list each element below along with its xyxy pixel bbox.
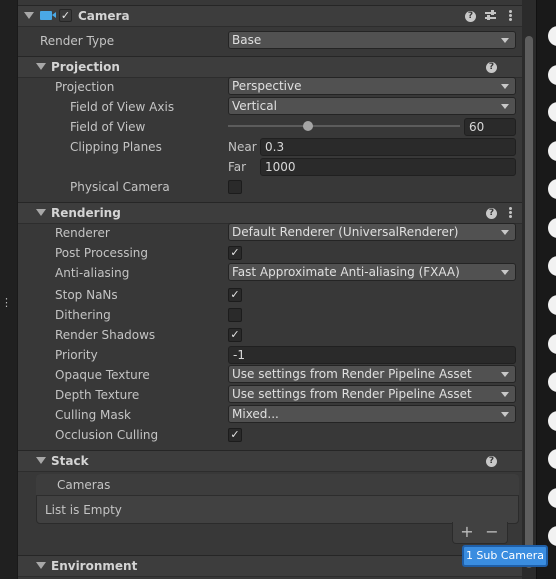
physical-camera-label: Physical Camera <box>70 180 170 194</box>
dropdown-arrow-icon <box>501 38 509 43</box>
depth-texture-label: Depth Texture <box>55 388 140 402</box>
near-label: Near <box>228 140 257 154</box>
environment-section-title: Environment <box>51 559 138 573</box>
dropdown-arrow-icon <box>501 230 509 235</box>
fov-slider-track[interactable] <box>228 125 460 127</box>
physical-camera-checkbox[interactable] <box>228 180 242 194</box>
fov-value-field[interactable]: 60 <box>464 118 516 136</box>
projection-label: Projection <box>55 80 115 94</box>
render-type-dropdown[interactable]: Base <box>228 31 516 49</box>
list-empty-text: List is Empty <box>45 503 122 517</box>
render-shadows-checkbox[interactable]: ✓ <box>228 328 242 342</box>
projection-value: Perspective <box>232 79 302 93</box>
dropdown-arrow-icon <box>501 372 509 377</box>
camera-stack-list-header: Cameras <box>36 474 519 496</box>
opaque-texture-label: Opaque Texture <box>55 368 150 382</box>
occlusion-culling-checkbox[interactable]: ✓ <box>228 428 242 442</box>
stop-nans-checkbox[interactable]: ✓ <box>228 288 242 302</box>
dropdown-arrow-icon <box>501 412 509 417</box>
depth-texture-dropdown[interactable]: Use settings from Render Pipeline Asset <box>228 385 516 403</box>
stop-nans-label: Stop NaNs <box>55 288 118 302</box>
fov-slider-handle[interactable] <box>303 121 313 131</box>
priority-label: Priority <box>55 348 98 362</box>
add-camera-button[interactable]: + <box>456 522 478 542</box>
clipping-planes-label: Clipping Planes <box>70 140 162 154</box>
render-type-label: Render Type <box>40 34 115 48</box>
fov-label: Field of View <box>70 120 146 134</box>
render-type-value: Base <box>232 33 262 47</box>
anti-aliasing-value: Fast Approximate Anti-aliasing (FXAA) <box>232 265 460 279</box>
far-label: Far <box>228 160 247 174</box>
panel-handle-icon[interactable]: ⋮ <box>1 297 12 308</box>
post-processing-label: Post Processing <box>55 246 148 260</box>
foldout-arrow-icon[interactable] <box>36 562 46 569</box>
remove-camera-button[interactable]: − <box>481 522 503 542</box>
opaque-texture-value: Use settings from Render Pipeline Asset <box>232 367 472 381</box>
near-clip-field[interactable]: 0.3 <box>260 138 516 156</box>
far-clip-field[interactable]: 1000 <box>260 158 516 176</box>
dropdown-arrow-icon <box>501 392 509 397</box>
post-processing-checkbox[interactable]: ✓ <box>228 246 242 260</box>
camera-icon <box>40 11 56 20</box>
renderer-dropdown[interactable]: Default Renderer (UniversalRenderer) <box>228 223 516 241</box>
fov-axis-dropdown[interactable]: Vertical <box>228 97 516 115</box>
stack-section-title: Stack <box>51 454 89 468</box>
projection-dropdown[interactable]: Perspective <box>228 77 516 95</box>
render-shadows-label: Render Shadows <box>55 328 156 342</box>
component-title: Camera <box>78 9 130 23</box>
foldout-arrow-icon[interactable] <box>36 63 46 70</box>
dithering-checkbox[interactable] <box>228 308 242 322</box>
opaque-texture-dropdown[interactable]: Use settings from Render Pipeline Asset <box>228 365 516 383</box>
section-menu-icon[interactable] <box>509 207 512 218</box>
rendering-section-title: Rendering <box>51 206 121 220</box>
help-icon[interactable]: ? <box>486 456 497 467</box>
list-header-label: Cameras <box>57 478 111 492</box>
component-menu-icon[interactable] <box>509 10 512 21</box>
foldout-arrow-icon[interactable] <box>36 457 46 464</box>
presets-sliders-icon[interactable] <box>485 10 496 21</box>
dropdown-arrow-icon <box>501 84 509 89</box>
culling-mask-dropdown[interactable]: Mixed... <box>228 405 516 423</box>
renderer-label: Renderer <box>55 226 110 240</box>
left-panel-edge: ⋮ <box>0 0 18 579</box>
dithering-label: Dithering <box>55 308 111 322</box>
occlusion-culling-label: Occlusion Culling <box>55 428 159 442</box>
help-icon[interactable]: ? <box>465 11 476 22</box>
help-icon[interactable]: ? <box>486 62 497 73</box>
anti-aliasing-dropdown[interactable]: Fast Approximate Anti-aliasing (FXAA) <box>228 263 516 281</box>
foldout-arrow-icon[interactable] <box>24 12 34 19</box>
anti-aliasing-label: Anti-aliasing <box>55 266 130 280</box>
culling-mask-label: Culling Mask <box>55 408 131 422</box>
help-icon[interactable]: ? <box>486 208 497 219</box>
foldout-arrow-icon[interactable] <box>36 209 46 216</box>
dropdown-arrow-icon <box>501 270 509 275</box>
sub-camera-button[interactable]: 1 Sub Camera <box>462 545 548 567</box>
stack-section-header[interactable] <box>18 450 522 472</box>
list-footer: + − <box>452 522 508 544</box>
depth-texture-value: Use settings from Render Pipeline Asset <box>232 387 472 401</box>
scrollbar-thumb[interactable] <box>525 36 533 568</box>
culling-mask-value: Mixed... <box>232 407 279 421</box>
fov-axis-label: Field of View Axis <box>70 100 175 114</box>
camera-enabled-checkbox[interactable]: ✓ <box>59 9 72 22</box>
renderer-value: Default Renderer (UniversalRenderer) <box>232 225 459 239</box>
projection-section-title: Projection <box>51 60 120 74</box>
dropdown-arrow-icon <box>501 104 509 109</box>
priority-field[interactable]: -1 <box>228 346 516 364</box>
fov-axis-value: Vertical <box>232 99 277 113</box>
